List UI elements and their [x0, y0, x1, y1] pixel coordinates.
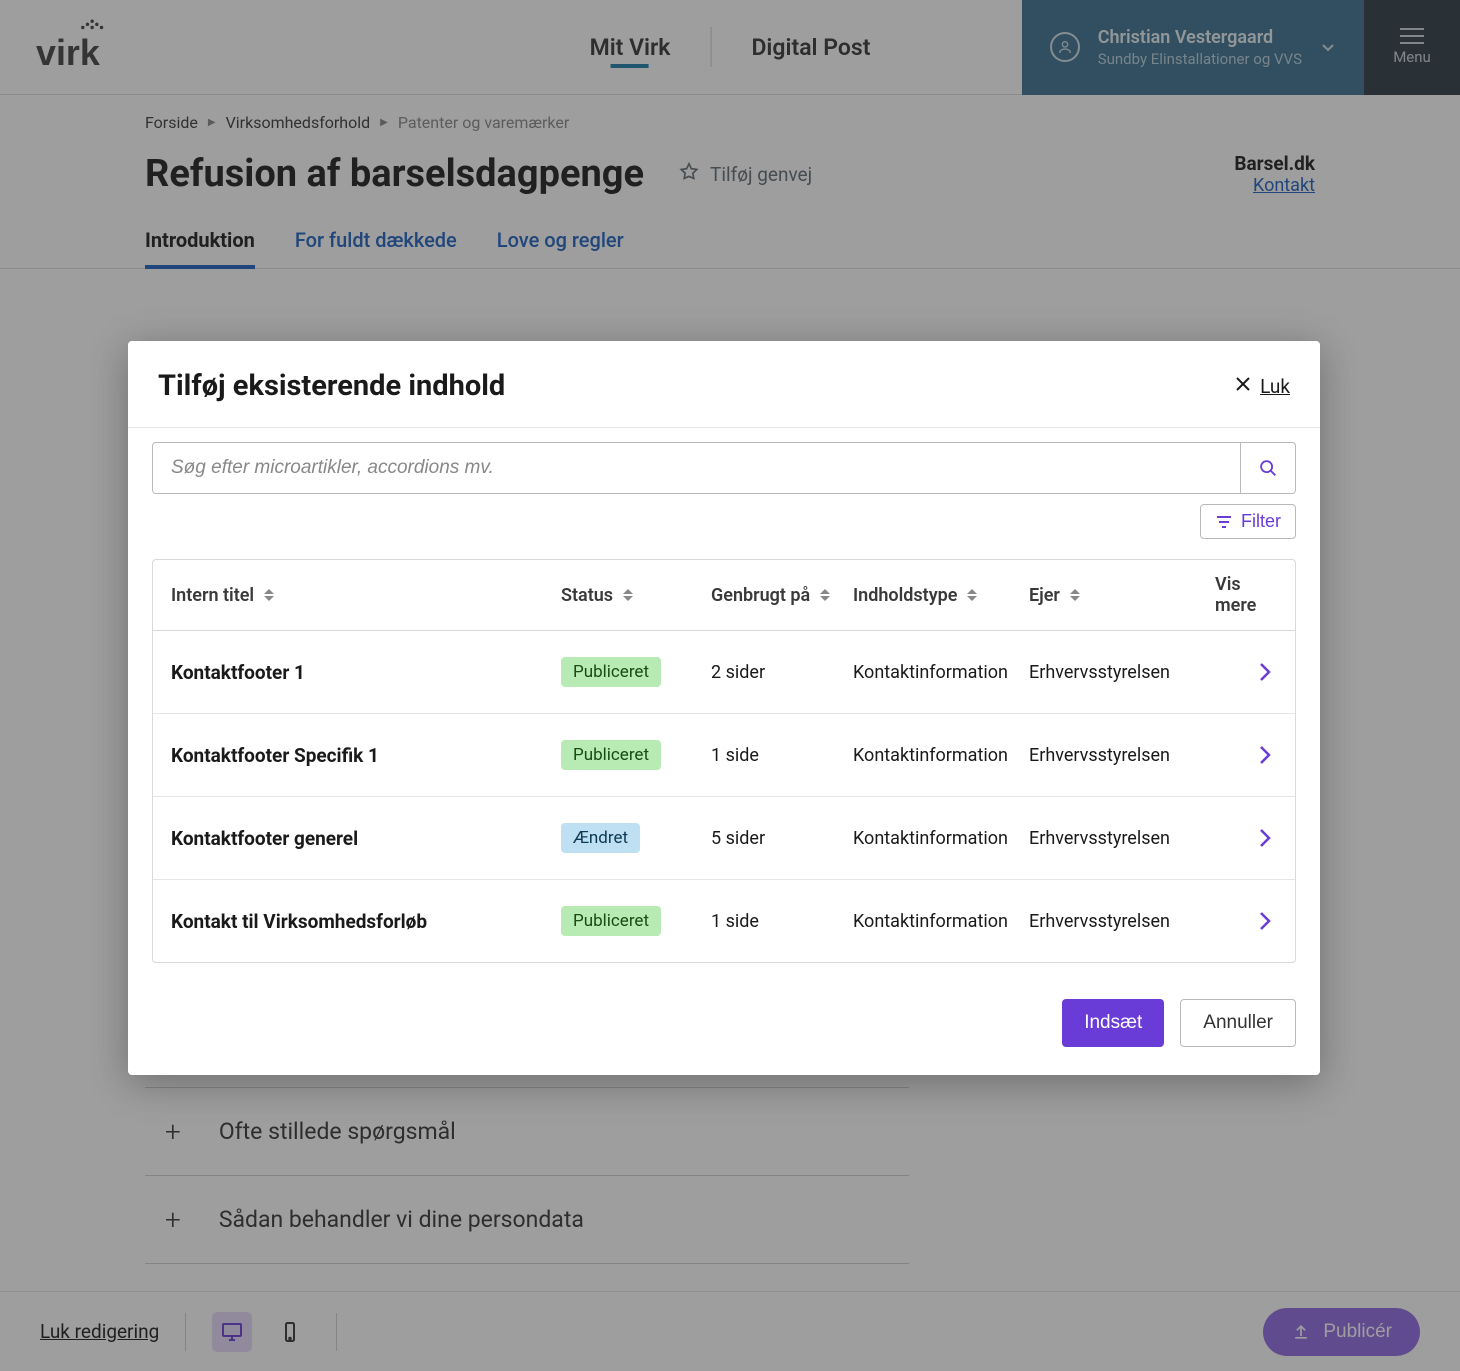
td-type: Kontaktinformation: [853, 662, 1029, 683]
td-owner: Erhvervsstyrelsen: [1029, 828, 1215, 849]
status-badge: Publiceret: [561, 740, 661, 770]
sort-icon: [820, 589, 830, 601]
td-type: Kontaktinformation: [853, 911, 1029, 932]
status-badge: Publiceret: [561, 906, 661, 936]
td-owner: Erhvervsstyrelsen: [1029, 911, 1215, 932]
td-reused: 1 side: [711, 745, 853, 766]
chevron-right-icon: [1259, 662, 1271, 682]
close-label: Luk: [1260, 375, 1290, 398]
th-label: Status: [561, 585, 613, 606]
expand-row-button[interactable]: [1215, 911, 1277, 931]
th-status[interactable]: Status: [561, 574, 711, 616]
chevron-right-icon: [1259, 828, 1271, 848]
cancel-button[interactable]: Annuller: [1180, 999, 1296, 1047]
table-row[interactable]: Kontaktfooter generelÆndret 5 siderKontak…: [153, 797, 1295, 880]
filter-label: Filter: [1241, 511, 1281, 532]
content-table: Intern titel Status Genbrugt på Indholds…: [152, 559, 1296, 963]
td-title: Kontakt til Virksomhedsforløb: [171, 910, 561, 933]
expand-row-button[interactable]: [1215, 745, 1277, 765]
td-status: Ændret: [561, 823, 711, 853]
table-row[interactable]: Kontaktfooter Specifik 1Publiceret 1 side…: [153, 714, 1295, 797]
modal-close-button[interactable]: Luk: [1234, 375, 1290, 398]
table-head: Intern titel Status Genbrugt på Indholds…: [153, 560, 1295, 631]
add-existing-content-modal: Tilføj eksisterende indhold Luk Filter I…: [128, 341, 1320, 1075]
table-row[interactable]: Kontakt til VirksomhedsforløbPubliceret 1…: [153, 880, 1295, 962]
th-label: Genbrugt på: [711, 585, 810, 606]
modal-search-row: [128, 428, 1320, 504]
td-type: Kontaktinformation: [853, 828, 1029, 849]
expand-row-button[interactable]: [1215, 662, 1277, 682]
td-owner: Erhvervsstyrelsen: [1029, 662, 1215, 683]
close-icon: [1234, 375, 1252, 398]
sort-icon: [1070, 589, 1080, 601]
status-badge: Publiceret: [561, 657, 661, 687]
td-title: Kontaktfooter Specifik 1: [171, 744, 561, 767]
th-indholdstype[interactable]: Indholdstype: [853, 574, 1029, 616]
td-reused: 1 side: [711, 911, 853, 932]
modal-header: Tilføj eksisterende indhold Luk: [128, 341, 1320, 428]
th-label: Ejer: [1029, 585, 1060, 606]
insert-button[interactable]: Indsæt: [1062, 999, 1164, 1047]
th-genbrugt[interactable]: Genbrugt på: [711, 574, 853, 616]
td-status: Publiceret: [561, 906, 711, 936]
chevron-right-icon: [1259, 745, 1271, 765]
status-badge: Ændret: [561, 823, 640, 853]
chevron-right-icon: [1259, 911, 1271, 931]
modal-footer: Indsæt Annuller: [128, 983, 1320, 1075]
th-intern-titel[interactable]: Intern titel: [171, 574, 561, 616]
table-row[interactable]: Kontaktfooter 1Publiceret 2 siderKontakti…: [153, 631, 1295, 714]
sort-icon: [264, 589, 274, 601]
td-title: Kontaktfooter 1: [171, 661, 561, 684]
td-reused: 5 sider: [711, 828, 853, 849]
th-vis-mere: Vis mere: [1215, 574, 1277, 616]
th-label: Indholdstype: [853, 585, 957, 606]
filter-button[interactable]: Filter: [1200, 504, 1296, 539]
td-type: Kontaktinformation: [853, 745, 1029, 766]
filter-icon: [1215, 513, 1233, 531]
th-ejer[interactable]: Ejer: [1029, 574, 1215, 616]
search-input[interactable]: [152, 442, 1241, 494]
th-label: Intern titel: [171, 585, 254, 606]
th-label: Vis mere: [1215, 574, 1271, 616]
td-reused: 2 sider: [711, 662, 853, 683]
td-status: Publiceret: [561, 740, 711, 770]
sort-icon: [623, 589, 633, 601]
search-button[interactable]: [1241, 442, 1296, 494]
modal-title: Tilføj eksisterende indhold: [158, 369, 505, 403]
td-owner: Erhvervsstyrelsen: [1029, 745, 1215, 766]
td-title: Kontaktfooter generel: [171, 827, 561, 850]
sort-icon: [967, 589, 977, 601]
expand-row-button[interactable]: [1215, 828, 1277, 848]
search-icon: [1257, 457, 1279, 479]
filter-row: Filter: [128, 504, 1320, 549]
td-status: Publiceret: [561, 657, 711, 687]
